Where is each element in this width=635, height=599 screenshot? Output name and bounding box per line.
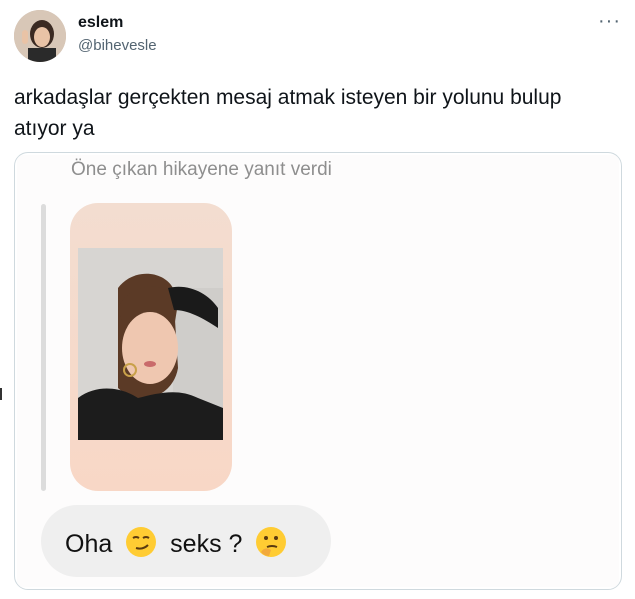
dm-screenshot: Öne çıkan hikayene yanıt verdi Oha seks … bbox=[17, 155, 619, 587]
avatar[interactable] bbox=[14, 10, 66, 62]
thinking-emoji-icon bbox=[256, 527, 287, 557]
smirk-emoji-icon bbox=[126, 527, 157, 557]
author-name[interactable]: eslem bbox=[78, 14, 123, 32]
reply-word-2: seks ? bbox=[170, 530, 243, 558]
reply-bubble: Oha seks ? bbox=[41, 505, 331, 577]
tweet-text: arkadaşlar gerçekten mesaj atmak isteyen… bbox=[14, 86, 562, 140]
story-reply-header: Öne çıkan hikayene yanıt verdi bbox=[71, 159, 332, 180]
more-icon[interactable]: ··· bbox=[598, 10, 621, 33]
story-thumbnail bbox=[70, 203, 232, 491]
edge-mark bbox=[0, 388, 2, 400]
reply-word-1: Oha bbox=[65, 530, 113, 558]
reply-quote-bar bbox=[41, 204, 46, 491]
avatar-photo bbox=[14, 10, 66, 62]
story-photo bbox=[78, 248, 223, 440]
author-handle[interactable]: @bihevesle bbox=[78, 37, 157, 54]
media-card[interactable]: Öne çıkan hikayene yanıt verdi Oha seks … bbox=[14, 152, 622, 590]
reply-text: Oha seks ? bbox=[65, 526, 293, 559]
